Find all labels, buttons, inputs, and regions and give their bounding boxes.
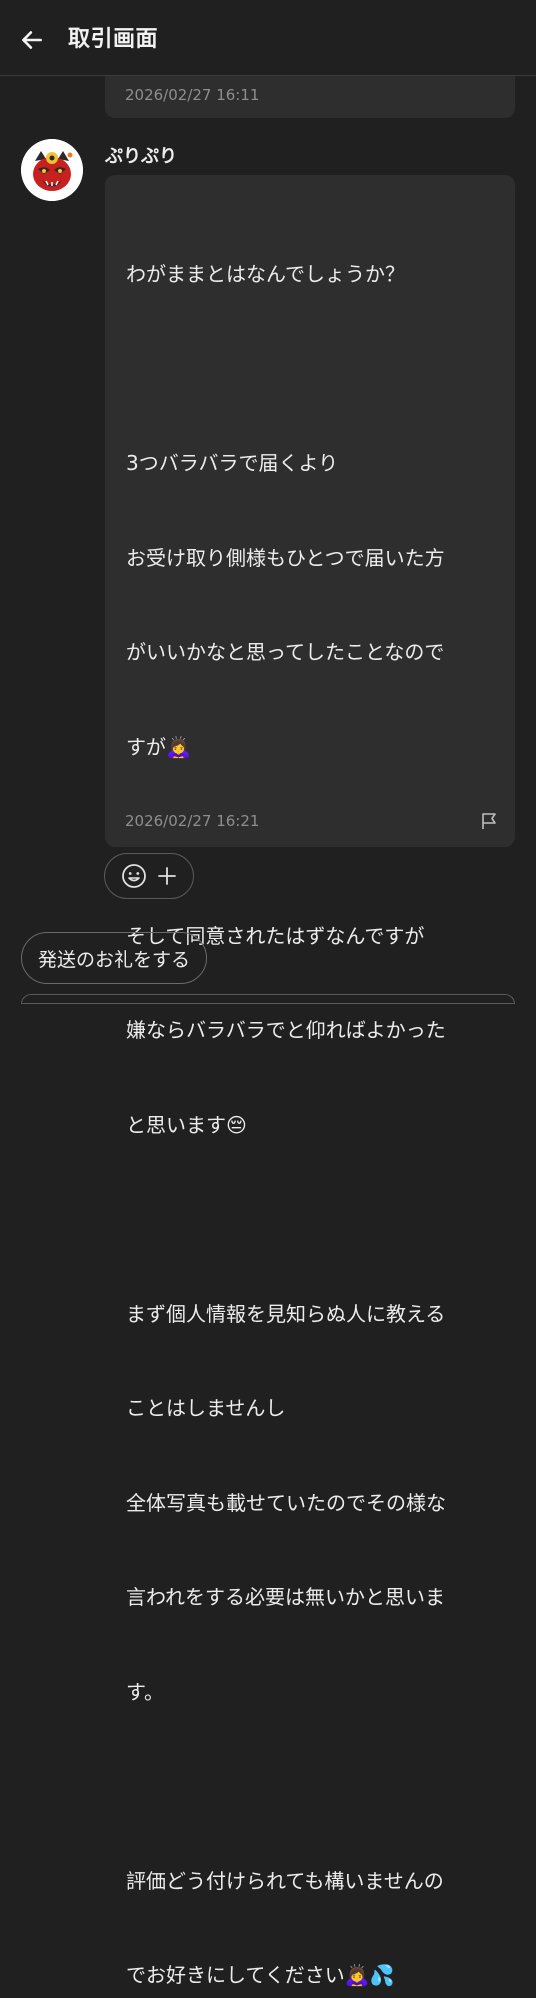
avatar-image — [21, 139, 83, 201]
message-input-area[interactable] — [21, 994, 515, 1004]
message-bubble: わがままとはなんでしょうか？ 3つバラバラで届くより お受け取り側様もひとつで届… — [105, 175, 515, 1987]
message-line: 評価どう付けられても構いませんの — [126, 1868, 444, 1893]
message-line: す。 — [126, 1679, 164, 1704]
message-line: 全体写真も載せていたのでその様な — [126, 1490, 446, 1515]
previous-message-timestamp: 2026/02/27 16:11 — [125, 86, 260, 104]
report-button[interactable] — [477, 809, 501, 833]
message-line — [126, 354, 496, 386]
message-timestamp: 2026/02/27 16:21 — [125, 812, 260, 830]
message-line: がいいかなと思ってしたことなので — [126, 640, 445, 664]
message-text: わがままとはなんでしょうか？ 3つバラバラで届くより お受け取り側様もひとつで届… — [126, 196, 496, 1998]
message-line: 言われをする必要は無いかと思いま — [126, 1585, 445, 1609]
message-line: わがままとはなんでしょうか？ — [126, 262, 405, 286]
page-title: 取引画面 — [68, 27, 159, 52]
sender-name[interactable]: ぷりぷり — [105, 142, 177, 168]
back-button[interactable] — [14, 22, 50, 58]
message-line: ことはしませんし — [126, 1396, 286, 1420]
message-line: でお好きにしてください🙇‍♀️💦 — [126, 1963, 395, 1987]
message-line: すが🙇‍♀️ — [126, 734, 191, 759]
app-header: 取引画面 — [0, 0, 536, 76]
flag-icon — [482, 813, 496, 829]
smiley-icon — [122, 864, 146, 888]
message-line: と思います😔 — [126, 1112, 247, 1137]
sender-avatar[interactable] — [21, 139, 83, 201]
message-line — [126, 1204, 496, 1236]
message-line: 3つバラバラで届くより — [126, 451, 339, 475]
add-reaction-button[interactable] — [104, 853, 194, 899]
message-line: まず個人情報を見知らぬ人に教える — [126, 1301, 446, 1326]
message-line — [126, 826, 496, 858]
plus-icon — [158, 867, 176, 885]
message-line — [126, 1771, 496, 1803]
message-line: 嫌ならバラバラでと仰ればよかった — [126, 1018, 446, 1042]
send-thanks-button[interactable]: 発送のお礼をする — [21, 932, 208, 984]
message-line: お受け取り側様もひとつで届いた方 — [126, 545, 445, 570]
arrow-left-icon — [22, 31, 42, 49]
previous-message-bubble: 2026/02/27 16:11 — [105, 76, 515, 118]
